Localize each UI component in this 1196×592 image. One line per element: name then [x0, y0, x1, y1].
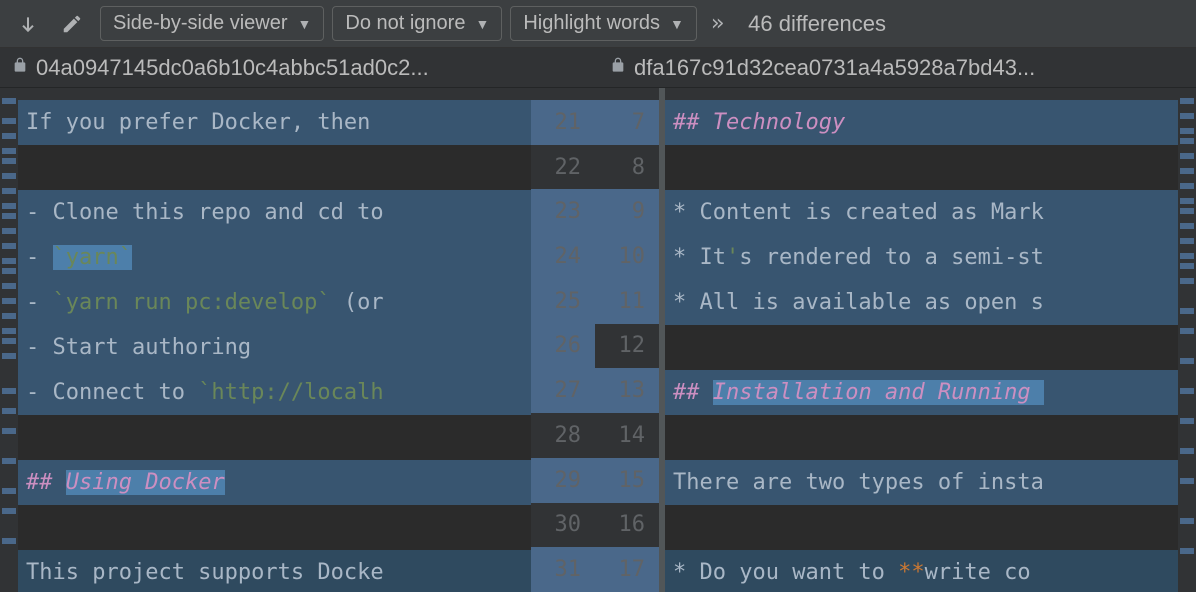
code-line[interactable]: * Do you want to **write co — [665, 550, 1178, 592]
ignore-mode-dropdown[interactable]: Do not ignore ▼ — [332, 6, 502, 41]
line-number: 29 — [531, 458, 595, 503]
line-number: 27 — [531, 368, 595, 413]
line-number: 8 — [595, 145, 659, 190]
pencil-icon[interactable] — [60, 12, 84, 36]
code-line[interactable]: ## Installation and Running — [665, 370, 1178, 415]
nav-icons-group — [8, 12, 92, 36]
right-marker-strip[interactable] — [1178, 88, 1196, 592]
code-line[interactable] — [665, 145, 1178, 190]
diff-body: ✓ ✓ If you prefer Docker, then- Clone th… — [0, 88, 1196, 592]
code-line[interactable]: This project supports Docke — [18, 550, 531, 592]
ignore-mode-label: Do not ignore — [345, 12, 465, 35]
line-number: 13 — [595, 368, 659, 413]
code-line[interactable]: There are two types of insta — [665, 460, 1178, 505]
right-file-tab[interactable]: dfa167c91d32cea0731a4a5928a7bd43... — [598, 48, 1196, 87]
line-number: 7 — [595, 100, 659, 145]
lock-icon — [610, 57, 626, 78]
line-number: 15 — [595, 458, 659, 503]
line-number: 11 — [595, 279, 659, 324]
file-tabs-bar: 04a0947145dc0a6b10c4abbc51ad0c2... dfa16… — [0, 48, 1196, 88]
left-file-tab[interactable]: 04a0947145dc0a6b10c4abbc51ad0c2... — [0, 48, 598, 87]
code-line[interactable]: - Clone this repo and cd to — [18, 190, 531, 235]
chevron-down-icon: ▼ — [298, 16, 312, 32]
line-number: 9 — [595, 189, 659, 234]
line-number: 25 — [531, 279, 595, 324]
code-line[interactable]: - `yarn` — [18, 235, 531, 280]
line-number: 26 — [531, 324, 595, 369]
line-number: 10 — [595, 234, 659, 279]
code-line[interactable]: * It's rendered to a semi-st — [665, 235, 1178, 280]
viewer-mode-dropdown[interactable]: Side-by-side viewer ▼ — [100, 6, 324, 41]
code-line[interactable]: - Start authoring — [18, 325, 531, 370]
code-line[interactable]: * Content is created as Mark — [665, 190, 1178, 235]
line-number: 21 — [531, 100, 595, 145]
code-line[interactable]: ## Technology — [665, 100, 1178, 145]
line-number: 24 — [531, 234, 595, 279]
line-number: 22 — [531, 145, 595, 190]
diff-count-label: 46 differences — [738, 11, 896, 37]
left-diff-pane[interactable]: If you prefer Docker, then - Clone this r… — [18, 88, 531, 592]
diff-toolbar: Side-by-side viewer ▼ Do not ignore ▼ Hi… — [0, 0, 1196, 48]
code-line[interactable]: ## Using Docker — [18, 460, 531, 505]
arrow-down-icon[interactable] — [16, 12, 40, 36]
line-number: 23 — [531, 189, 595, 234]
line-number: 12 — [595, 324, 659, 369]
right-diff-pane[interactable]: ## Technology * Content is created as Mar… — [665, 88, 1178, 592]
line-number-gutter: 2122232425262728293031 78910111213141516… — [531, 88, 659, 592]
code-line[interactable] — [18, 415, 531, 460]
more-options-icon[interactable]: » — [705, 11, 730, 36]
highlight-mode-dropdown[interactable]: Highlight words ▼ — [510, 6, 697, 41]
code-line[interactable] — [665, 415, 1178, 460]
line-number: 14 — [595, 413, 659, 458]
code-line[interactable]: If you prefer Docker, then — [18, 100, 531, 145]
line-number: 31 — [531, 547, 595, 592]
code-line[interactable]: - Connect to `http://localh — [18, 370, 531, 415]
line-number: 16 — [595, 503, 659, 548]
line-number: 28 — [531, 413, 595, 458]
left-file-name: 04a0947145dc0a6b10c4abbc51ad0c2... — [36, 55, 429, 81]
code-line[interactable] — [18, 505, 531, 550]
line-number: 30 — [531, 503, 595, 548]
code-line[interactable]: * All is available as open s — [665, 280, 1178, 325]
right-file-name: dfa167c91d32cea0731a4a5928a7bd43... — [634, 55, 1035, 81]
code-line[interactable] — [665, 325, 1178, 370]
left-marker-strip[interactable] — [0, 88, 18, 592]
chevron-down-icon: ▼ — [475, 16, 489, 32]
line-number: 17 — [595, 547, 659, 592]
code-line[interactable] — [665, 505, 1178, 550]
code-line[interactable] — [18, 145, 531, 190]
lock-icon — [12, 57, 28, 78]
highlight-mode-label: Highlight words — [523, 12, 660, 35]
code-line[interactable]: - `yarn run pc:develop` (or — [18, 280, 531, 325]
chevron-down-icon: ▼ — [670, 16, 684, 32]
viewer-mode-label: Side-by-side viewer — [113, 12, 288, 35]
